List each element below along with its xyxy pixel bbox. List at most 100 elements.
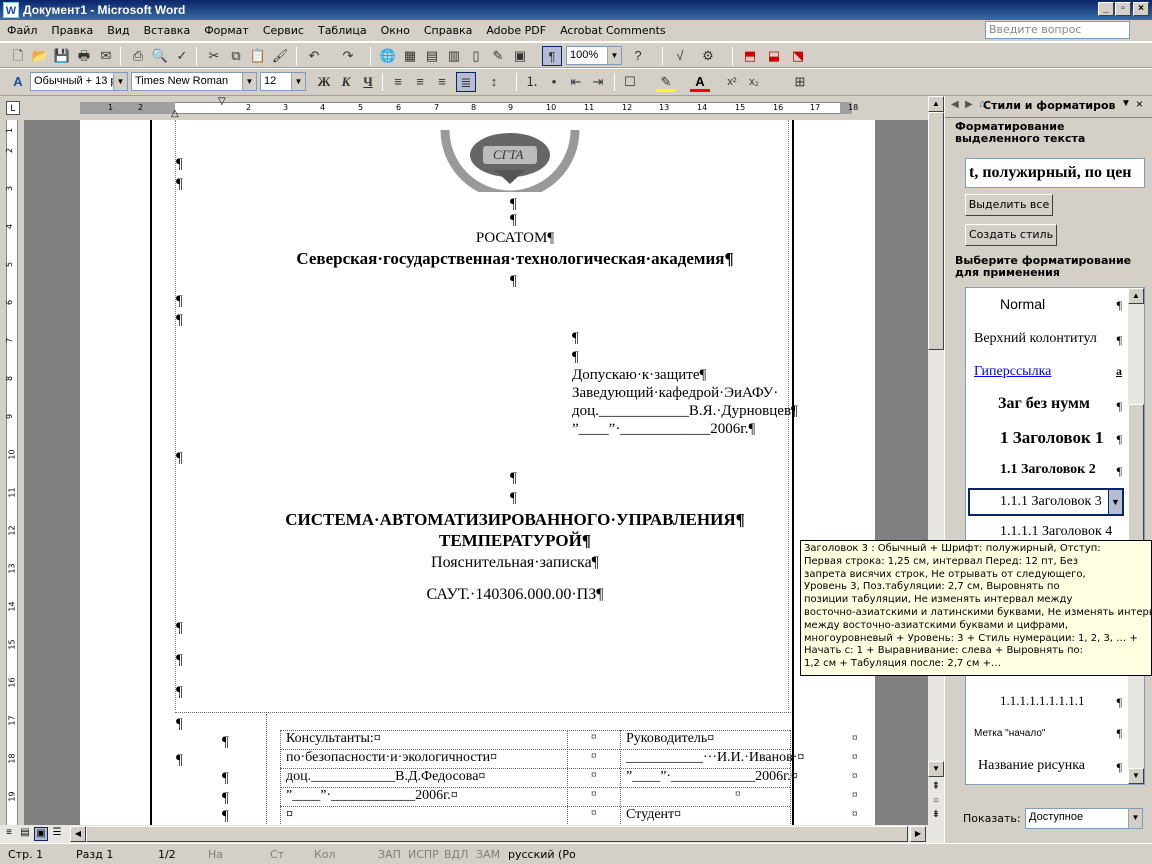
forward-icon[interactable]: ▶ [965, 99, 973, 110]
scroll-up-icon[interactable]: ▲ [1128, 288, 1144, 304]
style-item-hyperlink[interactable]: Гиперссылка [974, 364, 1126, 380]
chevron-down-icon[interactable]: ▼ [607, 47, 621, 64]
web-view-icon[interactable]: ▤ [18, 827, 32, 841]
left-indent-icon[interactable]: △ [171, 108, 179, 119]
scroll-down-icon[interactable]: ▼ [1128, 768, 1144, 784]
next-page-icon[interactable]: ⇟ [928, 808, 944, 824]
close-icon[interactable]: × [1136, 97, 1143, 111]
normal-view-icon[interactable]: ≡ [2, 827, 16, 841]
minimize-button[interactable]: _ [1098, 2, 1114, 16]
chevron-down-icon[interactable]: ▼ [1128, 809, 1142, 828]
menu-acrobat-comments[interactable]: Acrobat Comments [553, 24, 673, 37]
highlight-icon[interactable]: ✎ [656, 72, 676, 92]
numbering-icon[interactable]: ⒈ [522, 72, 542, 92]
line-spacing-icon[interactable]: ↕ [484, 72, 504, 92]
spelling-icon[interactable]: ✓ [172, 46, 192, 66]
chevron-down-icon[interactable]: ▼ [1108, 489, 1123, 515]
styles-pane-icon[interactable]: A [8, 72, 28, 92]
style-item-header[interactable]: Верхний колонтитул [974, 331, 1126, 347]
insert-excel-icon[interactable]: ▥ [444, 46, 464, 66]
scroll-left-icon[interactable]: ◀ [70, 826, 86, 842]
menu-help[interactable]: Справка [417, 24, 479, 37]
insert-table-icon[interactable]: ▤ [422, 46, 442, 66]
chevron-down-icon[interactable]: ▼ [291, 73, 305, 90]
new-document-icon[interactable]: 🗋 [8, 46, 28, 66]
increase-indent-icon[interactable]: ⇥ [588, 72, 608, 92]
show-select[interactable]: Доступное ▼ [1025, 808, 1143, 829]
style-list[interactable]: Normal ¶ Верхний колонтитул ¶ Гиперссылк… [965, 287, 1145, 785]
copy-icon[interactable]: ⧉ [226, 46, 246, 66]
maximize-button[interactable]: ▫ [1115, 2, 1131, 16]
redo-icon[interactable]: ↷ [338, 46, 358, 66]
chevron-down-icon[interactable]: ▼ [1121, 98, 1131, 109]
superscript-icon[interactable]: x² [722, 72, 742, 92]
align-right-icon[interactable]: ≡ [432, 72, 452, 92]
status-language[interactable]: русский (Ро [508, 848, 576, 861]
scroll-down-icon[interactable]: ▼ [928, 761, 944, 777]
scroll-thumb[interactable] [86, 826, 908, 842]
scroll-up-icon[interactable]: ▲ [928, 96, 944, 112]
document-map-icon[interactable]: ▣ [510, 46, 530, 66]
style-item-heading-1[interactable]: 1 Заголовок 1 [974, 428, 1126, 448]
style-item-heading-2[interactable]: 1.1 Заголовок 2 [974, 462, 1126, 478]
hyperlink-icon[interactable]: 🌐 [378, 46, 398, 66]
select-all-button[interactable]: Выделить все [965, 194, 1053, 216]
drawing-icon[interactable]: ✎ [488, 46, 508, 66]
menu-edit[interactable]: Правка [44, 24, 100, 37]
style-item-heading-3[interactable]: 1.1.1 Заголовок 3 [974, 494, 1112, 510]
paste-icon[interactable]: 📋 [248, 46, 268, 66]
selected-format-box[interactable]: t, полужирный, по цен [965, 158, 1145, 188]
more-buttons-icon[interactable]: ⊞ [790, 72, 810, 92]
horizontal-ruler[interactable]: L 1 2 ▽ △ 2 3 4 5 6 7 8 9 10 11 12 13 14… [0, 96, 928, 120]
show-hide-pilcrow-icon[interactable]: ¶ [542, 46, 562, 66]
menu-insert[interactable]: Вставка [137, 24, 198, 37]
font-size-select[interactable]: 12 ▼ [260, 72, 306, 91]
justify-icon[interactable]: ≣ [456, 72, 476, 92]
columns-icon[interactable]: ▯ [466, 46, 486, 66]
style-item-normal[interactable]: Normal [974, 296, 1126, 312]
style-select[interactable]: Обычный + 13 р ▼ [30, 72, 128, 91]
print-icon[interactable]: ⎙ [128, 46, 148, 66]
menu-table[interactable]: Таблица [311, 24, 374, 37]
cut-icon[interactable]: ✂ [204, 46, 224, 66]
borders-icon[interactable]: ☐ [620, 72, 640, 92]
underline-icon[interactable]: Ч [358, 72, 378, 92]
horizontal-scrollbar[interactable]: ≡ ▤ ▣ ☰ ◀ ▶ [0, 825, 944, 843]
zoom-select[interactable]: 100% ▼ [566, 46, 622, 65]
style-item-heading-no-number[interactable]: Заг без нумм [974, 395, 1126, 413]
formula-icon[interactable]: √ [670, 46, 690, 66]
new-style-button[interactable]: Создать стиль [965, 224, 1057, 246]
chevron-down-icon[interactable]: ▼ [242, 73, 256, 90]
style-item-level-9[interactable]: 1.1.1.1.1.1.1.1.1 [974, 693, 1126, 709]
pdf-convert-icon[interactable]: ⬒ [740, 46, 760, 66]
vertical-scrollbar[interactable]: ▲ ▼ ⇞ ○ ⇟ [928, 96, 944, 825]
font-select[interactable]: Times New Roman ▼ [131, 72, 257, 91]
open-folder-icon[interactable]: 📂 [30, 46, 50, 66]
first-line-indent-icon[interactable]: ▽ [218, 96, 226, 107]
scroll-right-icon[interactable]: ▶ [910, 826, 926, 842]
font-color-icon[interactable]: A [690, 72, 710, 92]
align-center-icon[interactable]: ≡ [410, 72, 430, 92]
outline-view-icon[interactable]: ☰ [50, 827, 64, 841]
print-layout-view-icon[interactable]: ▣ [34, 827, 48, 841]
menu-view[interactable]: Вид [100, 24, 136, 37]
tables-borders-icon[interactable]: ▦ [400, 46, 420, 66]
document-page[interactable]: СГТА ¶ ¶ ¶ ¶ РОСАТОМ¶ Северская·государс… [80, 120, 875, 825]
close-button[interactable]: × [1133, 2, 1149, 16]
undo-icon[interactable]: ↶ [304, 46, 324, 66]
status-track-changes[interactable]: ИСПР [408, 848, 439, 861]
italic-icon[interactable]: К [336, 72, 356, 92]
status-extend[interactable]: ВДЛ [444, 848, 468, 861]
chevron-down-icon[interactable]: ▼ [113, 73, 127, 90]
pdf-review-icon[interactable]: ⬔ [788, 46, 808, 66]
pdf-email-icon[interactable]: ⬓ [764, 46, 784, 66]
style-item-heading-4[interactable]: 1.1.1.1 Заголовок 4 [974, 524, 1120, 540]
subscript-icon[interactable]: x₂ [744, 72, 764, 92]
align-left-icon[interactable]: ≡ [388, 72, 408, 92]
decrease-indent-icon[interactable]: ⇤ [566, 72, 586, 92]
back-icon[interactable]: ◀ [951, 99, 959, 110]
save-icon[interactable]: 💾 [52, 46, 72, 66]
menu-adobe-pdf[interactable]: Adobe PDF [479, 24, 553, 37]
status-record-macro[interactable]: ЗАП [378, 848, 401, 861]
menu-file[interactable]: Файл [0, 24, 44, 37]
